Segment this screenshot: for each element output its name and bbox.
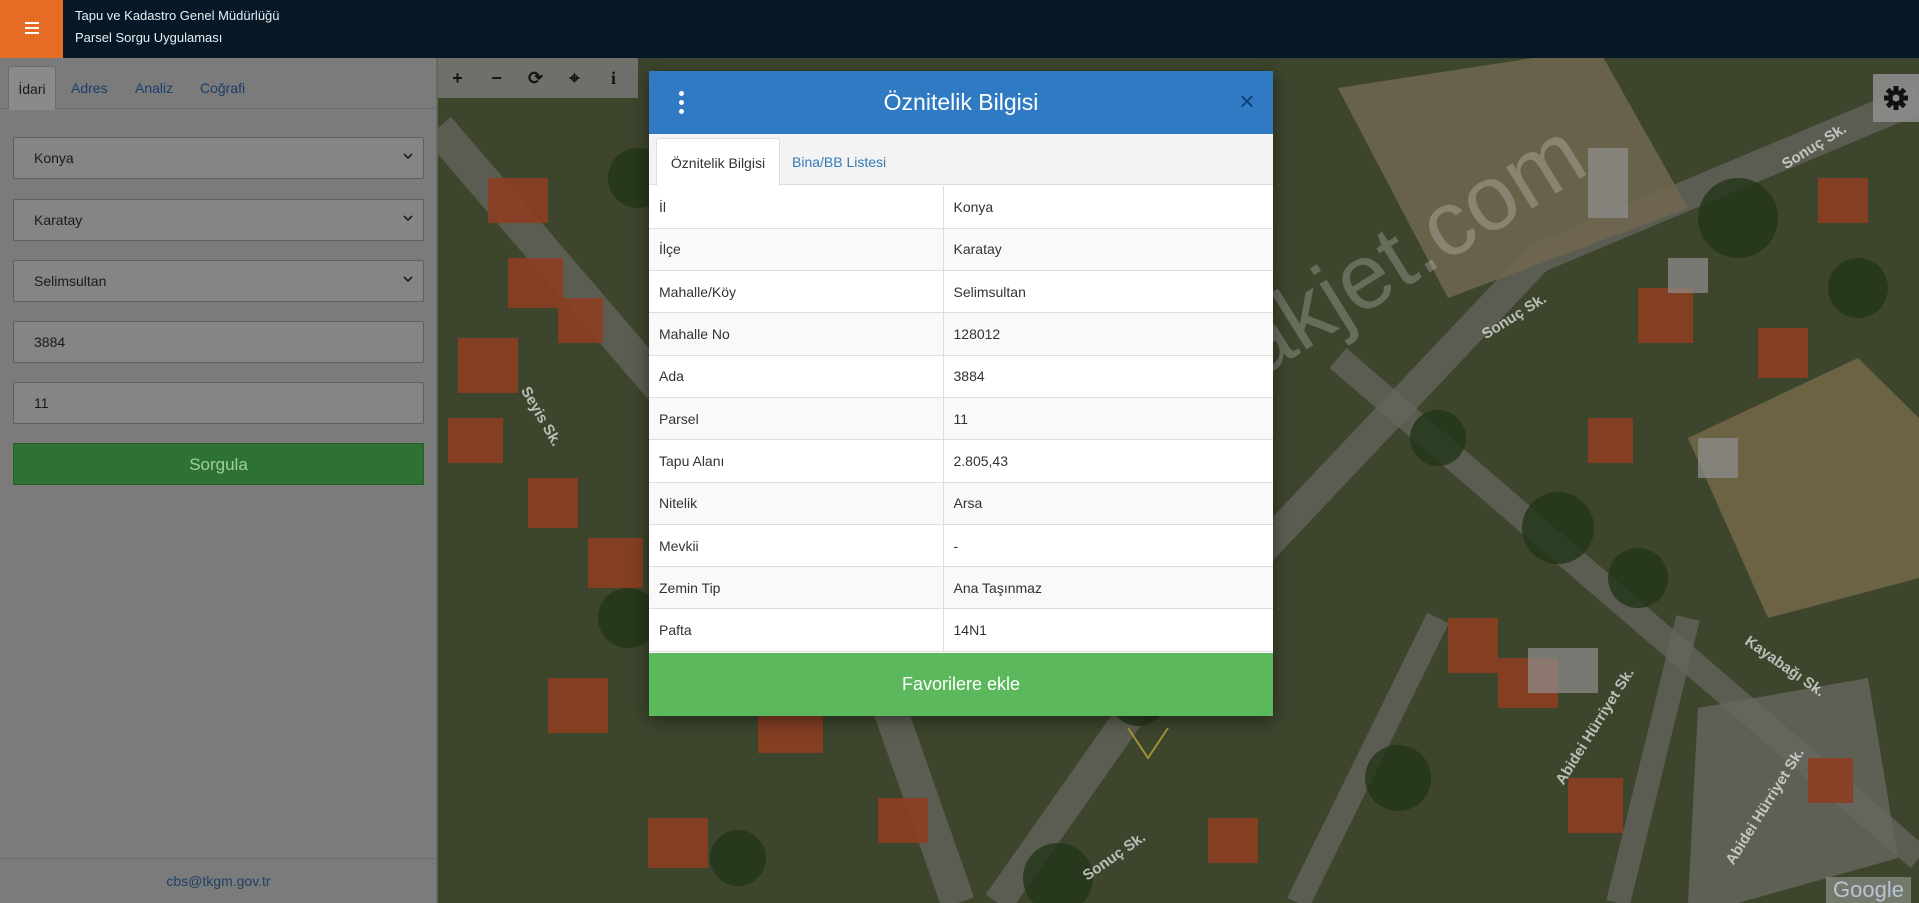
attr-key: İl (649, 186, 944, 229)
settings-button[interactable] (1873, 74, 1919, 122)
il-select[interactable]: Konya (13, 137, 424, 179)
refresh-icon[interactable]: ⟳ (516, 58, 555, 98)
menu-button[interactable] (0, 0, 63, 58)
attr-key: İlçe (649, 228, 944, 272)
table-row: Zemin Tip Ana Taşınmaz (649, 566, 1273, 610)
attr-value: Ana Taşınmaz (943, 566, 1273, 610)
ada-input[interactable]: 3884 (13, 321, 424, 363)
attr-value: 14N1 (943, 608, 1273, 652)
attr-key: Ada (649, 355, 944, 398)
attr-value: Selimsultan (943, 270, 1273, 314)
attr-value: - (943, 524, 1273, 568)
app-title-line1: Tapu ve Kadastro Genel Müdürlüğü (75, 8, 280, 23)
app-title-line2: Parsel Sorgu Uygulaması (75, 30, 223, 45)
table-row: Parsel 11 (649, 397, 1273, 441)
attr-key: Pafta (649, 608, 944, 652)
tab-bina-bb-listesi[interactable]: Bina/BB Listesi (792, 138, 886, 186)
ada-input-value: 3884 (34, 334, 66, 350)
app-title: Tapu ve Kadastro Genel Müdürlüğü Parsel … (75, 5, 280, 49)
add-to-favorites-button[interactable]: Favorilere ekle (649, 653, 1273, 716)
tab-adres[interactable]: Adres (71, 66, 108, 110)
chevron-down-icon (403, 215, 413, 222)
tab-oznitelik-bilgisi[interactable]: Öznitelik Bilgisi (656, 138, 780, 186)
attr-value: 2.805,43 (943, 439, 1273, 483)
table-row: Mevkii - (649, 524, 1273, 568)
attr-key: Mahalle/Köy (649, 270, 944, 314)
table-row: Mahalle No 128012 (649, 312, 1273, 356)
attr-value: Arsa (943, 482, 1273, 525)
tab-analiz[interactable]: Analiz (135, 66, 173, 110)
attribute-table: İl Konya İlçe Karatay Mahalle/Köy Selimsult… (649, 186, 1273, 652)
gear-icon (1884, 86, 1908, 110)
map-toolbar: + − ⟳ ⌖ i (438, 58, 638, 98)
zoom-out-icon[interactable]: − (477, 58, 516, 98)
table-row: Pafta 14N1 (649, 608, 1273, 652)
kebab-menu-icon[interactable] (677, 91, 685, 115)
modal-header: Öznitelik Bilgisi × (649, 71, 1273, 134)
close-icon[interactable]: × (1237, 88, 1257, 114)
attr-key: Mevkii (649, 524, 944, 568)
ilce-select[interactable]: Karatay (13, 199, 424, 241)
parsel-input-value: 11 (34, 395, 49, 411)
attr-value: 128012 (943, 312, 1273, 356)
query-sidebar: İdari Adres Analiz Coğrafi Konya Karatay… (0, 58, 437, 903)
footer-contact: cbs@tkgm.gov.tr (0, 858, 437, 903)
modal-title: Öznitelik Bilgisi (883, 89, 1039, 115)
sorgula-button[interactable]: Sorgula (13, 443, 424, 485)
parsel-input[interactable]: 11 (13, 382, 424, 424)
google-attribution: Google (1826, 877, 1911, 903)
attr-key: Parsel (649, 397, 944, 441)
modal-tabs: Öznitelik Bilgisi Bina/BB Listesi (649, 134, 1273, 186)
il-select-value: Konya (34, 150, 74, 166)
ilce-select-value: Karatay (34, 212, 83, 228)
attr-value: 11 (943, 397, 1273, 441)
table-row: Mahalle/Köy Selimsultan (649, 270, 1273, 314)
info-icon[interactable]: i (594, 58, 633, 98)
attr-key: Nitelik (649, 482, 944, 525)
table-row: İlçe Karatay (649, 228, 1273, 272)
table-row: Nitelik Arsa (649, 482, 1273, 525)
attr-key: Mahalle No (649, 312, 944, 356)
attr-key: Tapu Alanı (649, 439, 944, 483)
attr-value: 3884 (943, 355, 1273, 398)
tab-idari[interactable]: İdari (8, 66, 56, 110)
table-row: İl Konya (649, 186, 1273, 229)
mahalle-select-value: Selimsultan (34, 273, 107, 289)
table-row: Tapu Alanı 2.805,43 (649, 439, 1273, 483)
chevron-down-icon (403, 153, 413, 160)
chevron-down-icon (403, 276, 413, 283)
tab-cografi[interactable]: Coğrafi (200, 66, 245, 110)
attr-value: Karatay (943, 228, 1273, 272)
zoom-in-icon[interactable]: + (438, 58, 477, 98)
locate-icon[interactable]: ⌖ (555, 58, 594, 98)
attr-value: Konya (943, 186, 1273, 229)
contact-email-link[interactable]: cbs@tkgm.gov.tr (166, 873, 270, 889)
mahalle-select[interactable]: Selimsultan (13, 260, 424, 302)
table-row: Ada 3884 (649, 355, 1273, 398)
attribute-modal: Öznitelik Bilgisi × Öznitelik Bilgisi Bi… (649, 71, 1273, 716)
top-bar: Tapu ve Kadastro Genel Müdürlüğü Parsel … (0, 0, 1919, 58)
sidebar-tabs: İdari Adres Analiz Coğrafi (0, 58, 437, 110)
attr-key: Zemin Tip (649, 566, 944, 610)
